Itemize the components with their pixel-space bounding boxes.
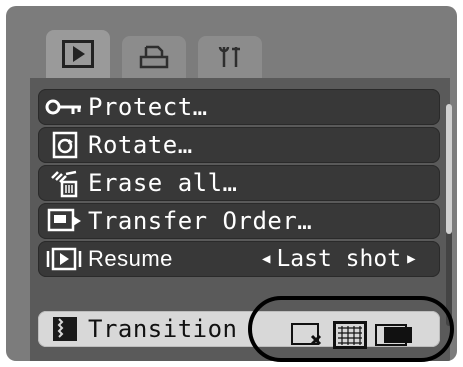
- transition-icon: [53, 317, 77, 341]
- menu-item-label: Transfer Order…: [88, 207, 313, 235]
- transfer-order-icon: [47, 208, 81, 232]
- key-icon: [45, 99, 81, 115]
- scrollbar-thumb[interactable]: [446, 104, 452, 234]
- menu-item-label: Transition: [88, 315, 238, 343]
- menu-item-transfer-order[interactable]: Transfer Order…: [38, 203, 440, 239]
- tab-playback[interactable]: [46, 30, 110, 78]
- menu-scrollbar[interactable]: [446, 104, 452, 326]
- play-icon: [62, 40, 94, 68]
- menu-item-label: Rotate…: [88, 131, 193, 159]
- rotate-icon: [52, 131, 78, 159]
- menu-item-label: Protect…: [88, 93, 208, 121]
- menu-item-protect[interactable]: Protect…: [38, 89, 440, 125]
- setup-tools-icon: [218, 46, 240, 67]
- menu-item-label: Erase all…: [88, 169, 238, 197]
- tab-print[interactable]: [122, 36, 186, 78]
- resume-value-selector[interactable]: ◀ Last shot ▶: [256, 241, 422, 277]
- resume-value: Last shot: [276, 246, 402, 272]
- highlight-circle: [248, 296, 454, 362]
- menu-item-resume[interactable]: Resume ◀ Last shot ▶: [38, 241, 440, 277]
- menu-item-label: Resume: [88, 246, 173, 271]
- menu-item-erase-all[interactable]: Erase all…: [38, 165, 440, 201]
- menu-item-rotate[interactable]: Rotate…: [38, 127, 440, 163]
- print-icon: [139, 45, 169, 69]
- erase-all-icon: [51, 170, 78, 198]
- resume-icon: [46, 247, 82, 271]
- arrow-right-icon[interactable]: ▶: [407, 251, 415, 267]
- arrow-left-icon[interactable]: ◀: [262, 251, 270, 267]
- tab-setup[interactable]: [198, 36, 262, 78]
